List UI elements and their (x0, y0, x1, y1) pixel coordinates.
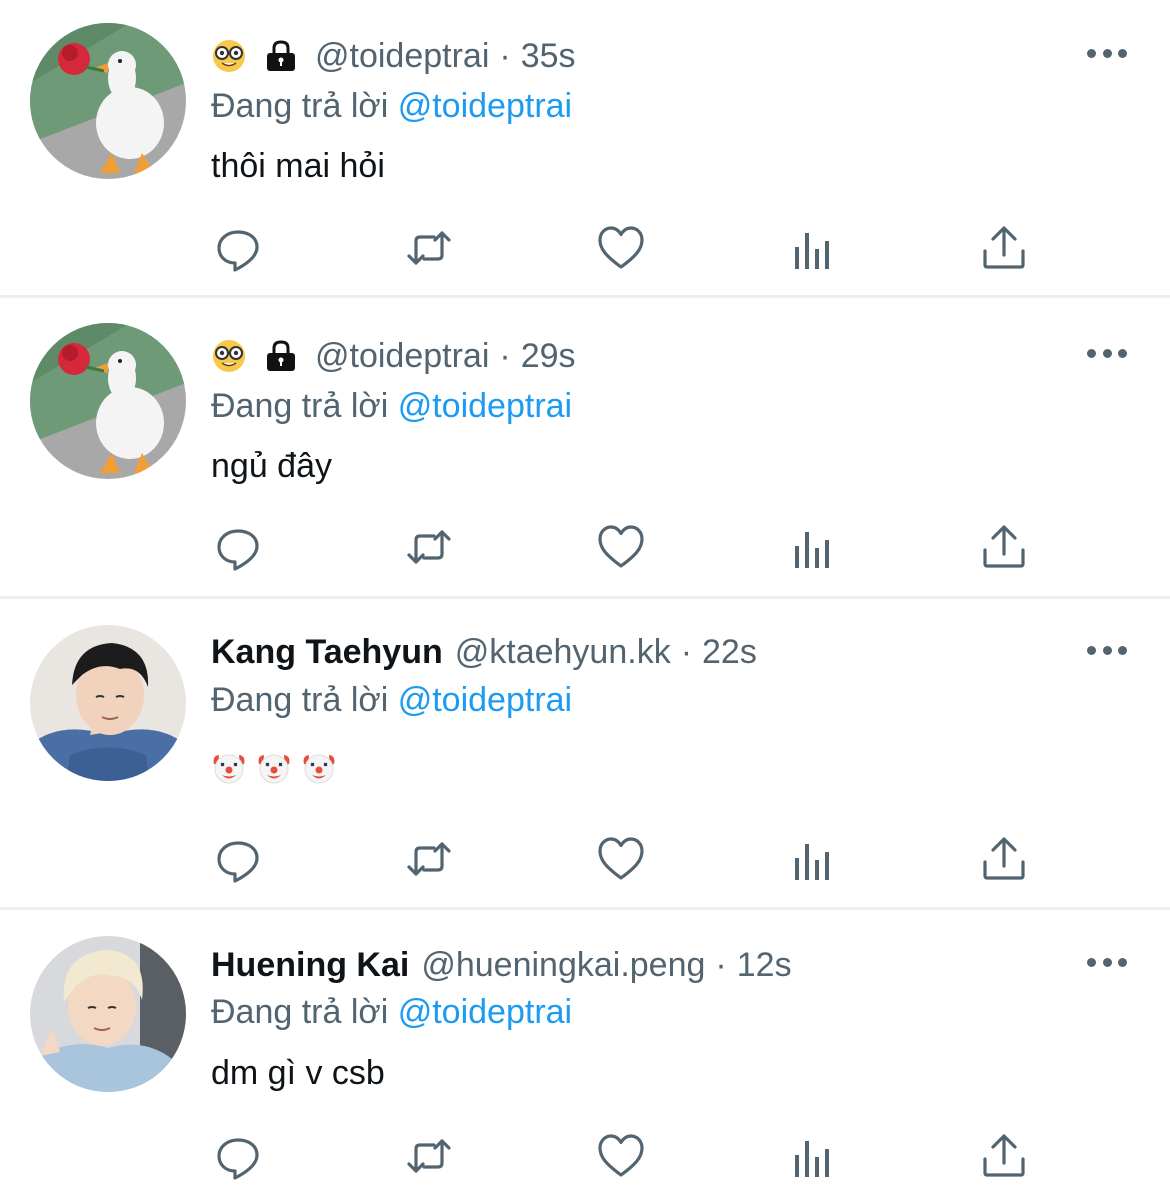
tweet-text: ngủ đây (211, 447, 332, 485)
nerd-face-icon (211, 338, 247, 374)
replying-prefix: Đang trả lời (211, 387, 389, 425)
tweet-actions (0, 223, 1170, 273)
retweet-icon[interactable] (404, 522, 454, 572)
duck-avatar-image (30, 23, 186, 179)
like-icon[interactable] (596, 522, 646, 572)
tweet-item[interactable]: Huening Kai @hueningkai.peng · 12s Đang … (0, 910, 1170, 1195)
tweet-header: @toideptrai · 29s (211, 335, 576, 377)
views-icon[interactable] (787, 1131, 837, 1181)
tweet-item[interactable]: Kang Taehyun @ktaehyun.kk · 22s Đang trả… (0, 599, 1170, 907)
lock-icon (263, 338, 299, 374)
user-handle[interactable]: @toideptrai (315, 37, 489, 76)
time-separator: · (680, 632, 693, 671)
timestamp[interactable]: 12s (737, 946, 792, 985)
user-handle[interactable]: @hueningkai.peng (421, 946, 705, 985)
avatar[interactable] (30, 323, 186, 479)
display-name[interactable]: Kang Taehyun (211, 633, 443, 672)
tweet-text: dm gì v csb (211, 1054, 385, 1092)
clown-face-icon (301, 750, 337, 786)
mention-link[interactable]: @toideptrai (398, 993, 572, 1031)
tweet-actions (0, 1131, 1170, 1181)
retweet-icon[interactable] (404, 834, 454, 884)
share-icon[interactable] (979, 1131, 1029, 1181)
avatar[interactable] (30, 625, 186, 781)
mention-link[interactable]: @toideptrai (398, 681, 572, 719)
retweet-icon[interactable] (404, 1131, 454, 1181)
views-icon[interactable] (787, 223, 837, 273)
tweet-actions (0, 834, 1170, 884)
person-avatar-image (30, 625, 186, 781)
reply-icon[interactable] (213, 834, 263, 884)
replying-prefix: Đang trả lời (211, 681, 389, 719)
reply-icon[interactable] (213, 1131, 263, 1181)
replying-to: Đang trả lời @toideptrai (211, 993, 572, 1032)
mention-link[interactable]: @toideptrai (398, 87, 572, 125)
lock-icon (263, 38, 299, 74)
duck-avatar-image (30, 323, 186, 479)
replying-prefix: Đang trả lời (211, 993, 389, 1031)
retweet-icon[interactable] (404, 223, 454, 273)
tweet-header: @toideptrai · 35s (211, 35, 576, 77)
share-icon[interactable] (979, 834, 1029, 884)
time-separator: · (715, 945, 727, 984)
share-icon[interactable] (979, 223, 1029, 273)
reply-icon[interactable] (213, 223, 263, 273)
reply-icon[interactable] (213, 522, 263, 572)
display-name[interactable]: Huening Kai (211, 946, 409, 985)
replying-to: Đang trả lời @toideptrai (211, 87, 572, 126)
tweet-text (211, 750, 337, 786)
timestamp[interactable]: 35s (521, 37, 576, 76)
tweet-text: thôi mai hỏi (211, 147, 385, 185)
user-handle[interactable]: @toideptrai (315, 337, 489, 376)
time-separator: · (499, 36, 511, 75)
more-options-icon[interactable] (1087, 347, 1127, 359)
more-options-icon[interactable] (1087, 956, 1127, 968)
like-icon[interactable] (596, 1131, 646, 1181)
replying-to: Đang trả lời @toideptrai (211, 387, 572, 426)
tweet-item[interactable]: @toideptrai · 29s Đang trả lời @toideptr… (0, 298, 1170, 596)
more-options-icon[interactable] (1087, 47, 1127, 59)
tweet-actions (0, 522, 1170, 572)
clown-face-icon (211, 750, 247, 786)
views-icon[interactable] (787, 834, 837, 884)
nerd-face-icon (211, 38, 247, 74)
like-icon[interactable] (596, 223, 646, 273)
tweet-header: Huening Kai @hueningkai.peng · 12s (211, 944, 792, 986)
tweet-item[interactable]: @toideptrai · 35s Đang trả lời @toideptr… (0, 0, 1170, 296)
tweet-header: Kang Taehyun @ktaehyun.kk · 22s (211, 631, 757, 673)
replying-to: Đang trả lời @toideptrai (211, 681, 572, 720)
more-options-icon[interactable] (1087, 644, 1127, 656)
person-avatar-image (30, 936, 186, 1092)
timestamp[interactable]: 22s (702, 633, 757, 672)
avatar[interactable] (30, 23, 186, 179)
user-handle[interactable]: @ktaehyun.kk (455, 633, 671, 672)
clown-face-icon (256, 750, 292, 786)
replying-prefix: Đang trả lời (211, 87, 389, 125)
share-icon[interactable] (979, 522, 1029, 572)
mention-link[interactable]: @toideptrai (398, 387, 572, 425)
avatar[interactable] (30, 936, 186, 1092)
time-separator: · (499, 336, 511, 375)
views-icon[interactable] (787, 522, 837, 572)
like-icon[interactable] (596, 834, 646, 884)
timestamp[interactable]: 29s (521, 337, 576, 376)
